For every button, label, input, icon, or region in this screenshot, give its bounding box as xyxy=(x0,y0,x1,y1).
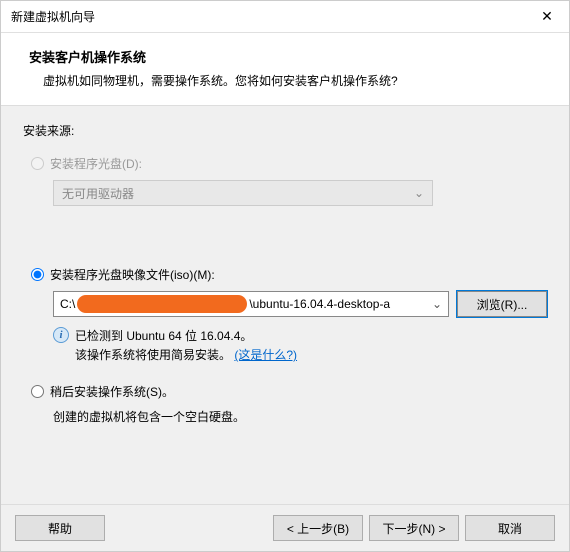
radio-later[interactable]: 稍后安装操作系统(S)。 xyxy=(31,383,547,400)
close-button[interactable]: ✕ xyxy=(525,1,569,32)
info-text: 已检测到 Ubuntu 64 位 16.04.4。 该操作系统将使用简易安装。 … xyxy=(75,327,297,365)
iso-row: C:\ \ubuntu-16.04.4-desktop-a ⌄ 浏览(R)... xyxy=(53,291,547,317)
close-icon: ✕ xyxy=(541,8,553,25)
radio-iso-label: 安装程序光盘映像文件(iso)(M): xyxy=(50,266,215,283)
browse-label: 浏览(R)... xyxy=(477,296,528,313)
info-row: i 已检测到 Ubuntu 64 位 16.04.4。 该操作系统将使用简易安装… xyxy=(53,327,547,365)
help-button[interactable]: 帮助 xyxy=(15,515,105,541)
info-line1: 已检测到 Ubuntu 64 位 16.04.4。 xyxy=(75,327,297,346)
header-title: 安装客户机操作系统 xyxy=(29,47,549,66)
chevron-down-icon[interactable]: ⌄ xyxy=(432,297,442,311)
later-note: 创建的虚拟机将包含一个空白硬盘。 xyxy=(53,408,547,425)
next-label: 下一步(N) > xyxy=(382,520,445,537)
iso-path-prefix: C:\ xyxy=(60,297,75,311)
window-title: 新建虚拟机向导 xyxy=(11,8,95,25)
wizard-footer: 帮助 < 上一步(B) 下一步(N) > 取消 xyxy=(1,504,569,551)
radio-later-label: 稍后安装操作系统(S)。 xyxy=(50,383,174,400)
cancel-button[interactable]: 取消 xyxy=(465,515,555,541)
next-button[interactable]: 下一步(N) > xyxy=(369,515,459,541)
chevron-down-icon: ⌄ xyxy=(414,186,424,200)
radio-disc[interactable]: 安装程序光盘(D): xyxy=(31,155,547,172)
back-label: < 上一步(B) xyxy=(287,520,349,537)
info-line2-prefix: 该操作系统将使用简易安装。 xyxy=(75,348,231,362)
radio-later-input[interactable] xyxy=(31,385,44,398)
browse-button[interactable]: 浏览(R)... xyxy=(457,291,547,317)
radio-iso-input[interactable] xyxy=(31,268,44,281)
disc-dropdown: 无可用驱动器 ⌄ xyxy=(53,180,433,206)
radio-disc-label: 安装程序光盘(D): xyxy=(50,155,142,172)
iso-path-input[interactable]: C:\ \ubuntu-16.04.4-desktop-a ⌄ xyxy=(53,291,449,317)
radio-iso[interactable]: 安装程序光盘映像文件(iso)(M): xyxy=(31,266,547,283)
titlebar: 新建虚拟机向导 ✕ xyxy=(1,1,569,33)
header-subtitle: 虚拟机如同物理机，需要操作系统。您将如何安装客户机操作系统? xyxy=(29,72,549,89)
radio-disc-input xyxy=(31,157,44,170)
cancel-label: 取消 xyxy=(498,520,522,537)
wizard-header: 安装客户机操作系统 虚拟机如同物理机，需要操作系统。您将如何安装客户机操作系统? xyxy=(1,33,569,106)
info-icon: i xyxy=(53,327,69,343)
back-button[interactable]: < 上一步(B) xyxy=(273,515,363,541)
wizard-window: 新建虚拟机向导 ✕ 安装客户机操作系统 虚拟机如同物理机，需要操作系统。您将如何… xyxy=(0,0,570,552)
wizard-content: 安装来源: 安装程序光盘(D): 无可用驱动器 ⌄ 安装程序光盘映像文件(iso… xyxy=(1,106,569,504)
redacted-path xyxy=(77,295,247,313)
source-label: 安装来源: xyxy=(23,122,547,139)
whats-this-link[interactable]: (这是什么?) xyxy=(234,348,297,362)
help-label: 帮助 xyxy=(48,520,72,537)
disc-dropdown-value: 无可用驱动器 xyxy=(62,185,134,202)
iso-path-suffix: \ubuntu-16.04.4-desktop-a xyxy=(249,297,390,311)
radio-group: 安装程序光盘(D): 无可用驱动器 ⌄ 安装程序光盘映像文件(iso)(M): … xyxy=(31,155,547,425)
